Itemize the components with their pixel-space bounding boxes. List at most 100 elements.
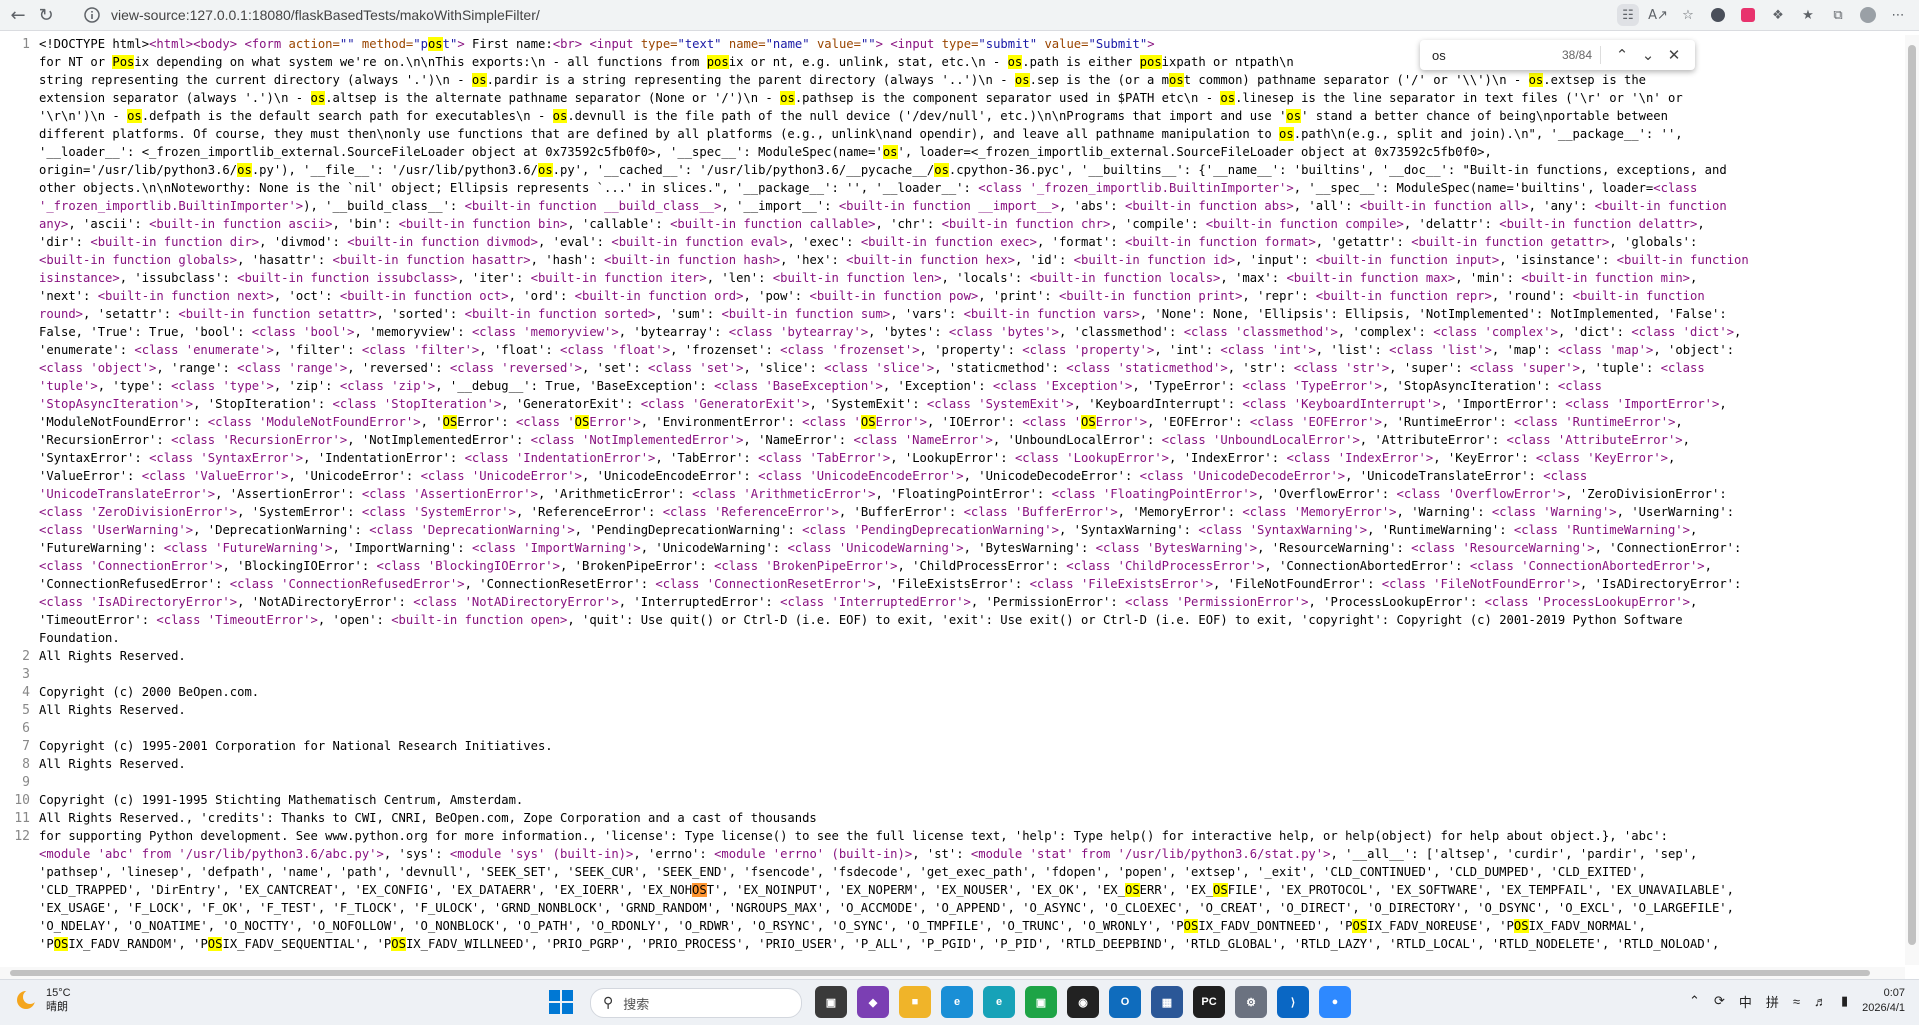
source-token: <class 'ProcessLookupError'>	[1484, 595, 1690, 609]
battery-icon[interactable]: ▮	[1841, 993, 1848, 1009]
source-token: <class 'reversed'>	[449, 361, 582, 375]
extensions-puzzle-icon[interactable]: ❖	[1767, 4, 1789, 26]
read-aloud-icon[interactable]: A↗	[1647, 4, 1669, 26]
pycharm-icon[interactable]: PC	[1193, 986, 1225, 1018]
search-match: os	[237, 163, 252, 177]
source-token: , 'repr':	[1242, 289, 1316, 303]
settings-gear-icon[interactable]: ⚙	[1235, 986, 1267, 1018]
source-token: , 'sorted':	[376, 307, 465, 321]
source-token: <class 'ModuleNotFoundError'>	[207, 415, 421, 429]
file-explorer-icon[interactable]: ■	[899, 986, 931, 1018]
taskbar-search[interactable]: ⚲ 搜索	[590, 988, 802, 1018]
find-input[interactable]: os	[1432, 48, 1542, 63]
horizontal-scrollbar[interactable]	[0, 967, 1905, 979]
source-token: , 'print':	[978, 289, 1059, 303]
source-token: , 'IndentationError':	[303, 451, 465, 465]
edge-browser-icon[interactable]: e	[941, 986, 973, 1018]
source-token: All Rights Reserved.	[39, 649, 186, 663]
source-token: <class '_frozen_importlib.BuiltinImporte…	[978, 181, 1294, 195]
collections-icon[interactable]: ⧉	[1827, 4, 1849, 26]
chevron-up-tray-icon[interactable]: ⌃	[1689, 993, 1700, 1009]
source-token: , 'UnicodeEncodeError':	[582, 469, 759, 483]
source-token: , 'ProcessLookupError':	[1308, 595, 1485, 609]
account-avatar-icon[interactable]	[1857, 4, 1879, 26]
vertical-scroll-thumb[interactable]	[1908, 45, 1916, 945]
edge-dev-icon[interactable]: e	[983, 986, 1015, 1018]
search-match: OS	[860, 415, 876, 429]
address-bar[interactable]: view-source:127.0.0.1:18080/flaskBasedTe…	[75, 3, 1610, 27]
vscode-icon[interactable]: ⟩	[1277, 986, 1309, 1018]
source-token: <built-in function open>	[391, 613, 568, 627]
address-url[interactable]: view-source:127.0.0.1:18080/flaskBasedTe…	[111, 7, 540, 23]
source-token: <class 'enumerate'>	[134, 343, 274, 357]
favorites-bar-icon[interactable]: ★	[1797, 4, 1819, 26]
source-token: , 'issubclass':	[119, 271, 238, 285]
source-line	[39, 719, 1899, 737]
favorite-star-icon[interactable]: ☆	[1677, 4, 1699, 26]
source-line: <module 'abc' from '/usr/lib/python3.6/a…	[39, 845, 1899, 863]
source-token: , 'FileNotFoundError':	[1213, 577, 1382, 591]
source-token: , 'hasattr':	[237, 253, 333, 267]
source-token: <class 'Warning'>	[1491, 505, 1617, 519]
reload-icon[interactable]: ↻	[34, 3, 58, 27]
source-line: round>, 'setattr': <built-in function se…	[39, 305, 1899, 323]
weather-widget[interactable]: 15°C 晴朗	[14, 986, 71, 1014]
source-token: 'StopAsyncIteration'>	[39, 397, 194, 411]
app-icon-purple[interactable]: ◆	[857, 986, 889, 1018]
reader-mode-icon[interactable]: ☷	[1617, 4, 1639, 26]
source-line: <class 'object'>, 'range': <class 'range…	[39, 359, 1899, 377]
store-icon[interactable]: ▦	[1151, 986, 1183, 1018]
clock[interactable]: 0:07 2026/4/1	[1862, 986, 1905, 1016]
source-token: <class 'list'>	[1389, 343, 1492, 357]
vertical-scrollbar[interactable]	[1905, 35, 1919, 965]
app-icon-blue-bird[interactable]: ●	[1319, 986, 1351, 1018]
source-line: 'enumerate': <class 'enumerate'>, 'filte…	[39, 341, 1899, 359]
source-token: <class 'IndexError'>	[1286, 451, 1434, 465]
task-view-icon[interactable]: ▣	[815, 986, 847, 1018]
wifi-icon[interactable]: ≈	[1793, 994, 1800, 1009]
windows-start-icon[interactable]	[548, 989, 574, 1015]
source-token: , 'quit': Use quit() or Ctrl-D (i.e. EOF…	[567, 613, 1683, 627]
taskbar-search-placeholder: 搜索	[623, 996, 650, 1012]
source-line: 'UnicodeTranslateError'>, 'AssertionErro…	[39, 485, 1899, 503]
app-icon-dark[interactable]: ◉	[1067, 986, 1099, 1018]
chevron-down-icon[interactable]: ⌄	[1635, 42, 1661, 68]
source-token: , 'hash':	[530, 253, 605, 267]
source-line: isinstance>, 'issubclass': <built-in fun…	[39, 269, 1899, 287]
source-token: "text"	[677, 37, 729, 51]
source-token: <built-in function input>	[1315, 253, 1500, 267]
source-line: Copyright (c) 1995-2001 Corporation for …	[39, 737, 1899, 755]
profile-extension-icon[interactable]	[1707, 4, 1729, 26]
source-token: <form	[244, 37, 289, 51]
source-token: <class 'object'>	[39, 361, 157, 375]
source-token: Copyright (c) 1995-2001 Corporation for …	[39, 739, 553, 753]
app-icon-green[interactable]: ▣	[1025, 986, 1057, 1018]
source-token: <class 'BaseException'>	[714, 379, 883, 393]
info-icon[interactable]	[81, 4, 103, 26]
search-match: OS	[692, 883, 707, 897]
search-match: OS	[53, 937, 69, 951]
line-number: 9	[22, 775, 30, 790]
more-menu-icon[interactable]: ⋯	[1887, 4, 1909, 26]
source-token: Error'>	[875, 415, 927, 429]
volume-icon[interactable]: ♬	[1814, 994, 1827, 1009]
source-token: , 'compile':	[1110, 217, 1206, 231]
outlook-icon[interactable]: O	[1109, 986, 1141, 1018]
source-token: , 'iter':	[457, 271, 531, 285]
chevron-up-icon[interactable]: ⌃	[1609, 42, 1635, 68]
source-token: First name:	[464, 37, 553, 51]
ime-language[interactable]: 中	[1739, 992, 1752, 1011]
source-token: , 'sys':	[383, 847, 450, 861]
source-line: other objects.\n\nNoteworthy: None is th…	[39, 179, 1899, 197]
close-icon[interactable]: ✕	[1661, 42, 1687, 68]
ime-mode[interactable]: 拼	[1766, 992, 1779, 1011]
source-token: .py', '__cached__': '/usr/lib/python3.6/…	[552, 163, 935, 177]
sync-icon[interactable]: ⟳	[1714, 993, 1725, 1009]
source-token: , 'round':	[1491, 289, 1573, 303]
horizontal-scroll-thumb[interactable]	[10, 970, 1870, 976]
source-token: <class 'RuntimeWarning'>	[1513, 523, 1690, 537]
back-arrow-icon[interactable]: ←	[6, 3, 30, 27]
source-token: <class 'ZeroDivisionError'>	[39, 505, 238, 519]
extension-red-icon[interactable]	[1737, 4, 1759, 26]
source-token: <class 'SyntaxWarning'>	[1198, 523, 1368, 537]
